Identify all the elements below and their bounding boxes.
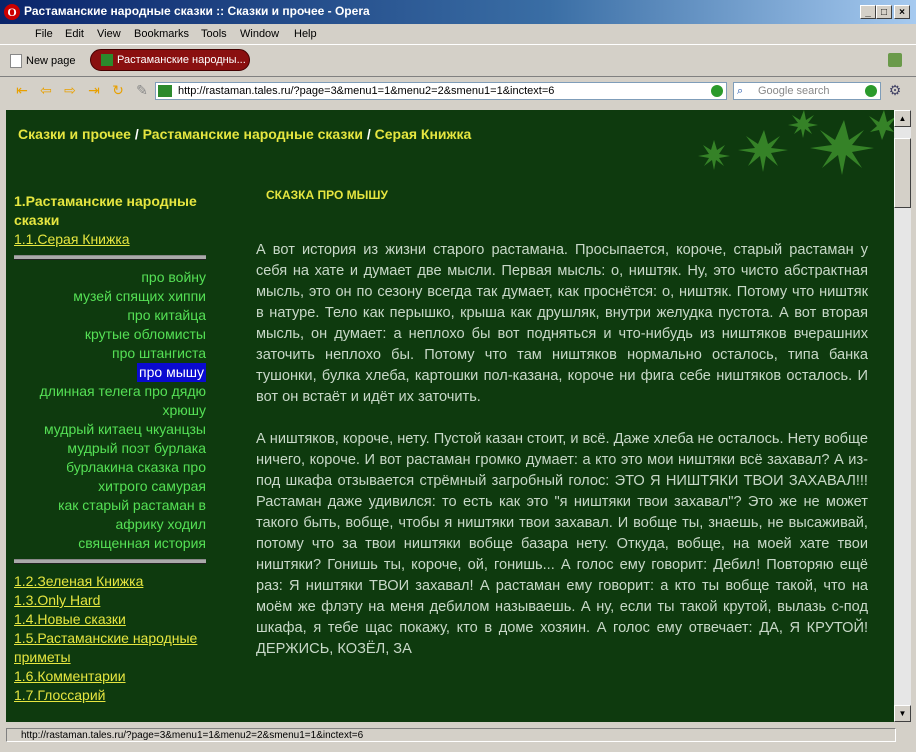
breadcrumb-separator: /	[362, 126, 375, 142]
sidebar-item-book[interactable]: 1.5.Растаманские народные приметы	[14, 629, 206, 667]
tab-active[interactable]: Растаманские народны...	[90, 49, 250, 71]
divider	[14, 559, 206, 564]
menu-file[interactable]: File	[35, 28, 53, 40]
url-field[interactable]: http://rastaman.tales.ru/?page=3&menu1=1…	[155, 82, 727, 100]
vertical-scrollbar[interactable]: ▲ ▼	[894, 110, 911, 722]
story-link[interactable]: про войну	[14, 268, 206, 287]
cannabis-leaves-decoration	[698, 110, 894, 175]
reload-icon[interactable]: ↻	[110, 83, 126, 97]
trash-icon[interactable]	[888, 53, 902, 67]
address-bar: ⇤ ⇦ ⇨ ⇥ ↻ ✎ http://rastaman.tales.ru/?pa…	[0, 76, 916, 105]
paragraph: А вот история из жизни старого растамана…	[256, 242, 868, 405]
scroll-up-icon[interactable]: ▲	[894, 110, 911, 127]
story-link[interactable]: мудрый поэт бурлака	[14, 439, 206, 458]
scroll-down-icon[interactable]: ▼	[894, 705, 911, 722]
new-page-button[interactable]: New page	[10, 54, 76, 68]
story-link[interactable]: про китайца	[14, 306, 206, 325]
tab-bar: New page Растаманские народны...	[0, 44, 916, 75]
url-text: http://rastaman.tales.ru/?page=3&menu1=1…	[178, 85, 555, 97]
search-icon: ⌕	[737, 85, 744, 97]
menu-edit[interactable]: Edit	[65, 28, 84, 40]
forward-icon[interactable]: ⇨	[62, 83, 78, 97]
story-link[interactable]: музей спящих хиппи	[14, 287, 206, 306]
menu-window[interactable]: Window	[240, 28, 279, 40]
search-placeholder: Google search	[758, 85, 830, 97]
divider	[14, 255, 206, 260]
status-text: http://rastaman.tales.ru/?page=3&menu1=1…	[6, 728, 896, 742]
breadcrumb-item: Серая Книжка	[374, 126, 472, 142]
sidebar-item-book[interactable]: 1.4.Новые сказки	[14, 610, 206, 629]
page-viewport: Сказки и прочее / Растаманские народные …	[6, 110, 894, 722]
maximize-button[interactable]: □	[876, 5, 892, 19]
story-link[interactable]: священная история	[14, 534, 206, 553]
breadcrumb-item[interactable]: Растаманские народные сказки	[143, 126, 363, 142]
rewind-icon[interactable]: ⇤	[14, 83, 30, 97]
search-input[interactable]: ⌕ Google search	[733, 82, 881, 100]
go-icon[interactable]	[711, 85, 723, 97]
close-button[interactable]: ×	[894, 5, 910, 19]
story-link[interactable]: как старый растаман в африку ходил	[14, 496, 206, 534]
menu-help[interactable]: Help	[294, 28, 317, 40]
breadcrumb-item[interactable]: Сказки и прочее	[18, 126, 131, 142]
story-link-active[interactable]: про мышу	[137, 363, 206, 382]
story-link[interactable]: крутые обломисты	[14, 325, 206, 344]
opera-logo-icon: O	[4, 4, 20, 20]
sidebar-item-book[interactable]: 1.3.Only Hard	[14, 591, 206, 610]
story-list: про войну музей спящих хиппи про китайца…	[14, 268, 206, 553]
story-link[interactable]: мудрый китаец чкуанцзы	[14, 420, 206, 439]
story-text: А вот история из жизни старого растамана…	[256, 240, 868, 681]
menu-bar: File Edit View Bookmarks Tools Window He…	[0, 24, 916, 44]
status-bar: http://rastaman.tales.ru/?page=3&menu1=1…	[0, 726, 916, 746]
breadcrumb-separator: /	[130, 126, 143, 142]
title-bar: O Растаманские народные сказки :: Сказки…	[0, 0, 916, 24]
wand-icon[interactable]: ✎	[134, 83, 150, 97]
story-title: СКАЗКА ПРО МЫШУ	[266, 188, 388, 202]
window-title: Растаманские народные сказки :: Сказки и…	[24, 4, 370, 18]
sidebar-section-title: 1.Растаманские народные сказки	[14, 193, 197, 228]
new-page-label: New page	[26, 54, 76, 67]
menu-bookmarks[interactable]: Bookmarks	[134, 28, 189, 40]
story-link[interactable]: про штангиста	[14, 344, 206, 363]
sidebar-item-gray-book[interactable]: 1.1.Серая Книжка	[14, 230, 206, 249]
sidebar: 1.Растаманские народные сказки 1.1.Серая…	[14, 192, 206, 705]
gear-icon[interactable]: ⚙	[886, 82, 904, 100]
site-favicon-icon	[158, 85, 172, 97]
minimize-button[interactable]: _	[860, 5, 876, 19]
paragraph: А ништяков, короче, нету. Пустой казан с…	[256, 431, 869, 657]
sidebar-item-book[interactable]: 1.2.Зеленая Книжка	[14, 572, 206, 591]
back-icon[interactable]: ⇦	[38, 83, 54, 97]
sidebar-item-book[interactable]: 1.7.Глоссарий	[14, 686, 206, 705]
story-link[interactable]: длинная телега про дядю хрюшу	[14, 382, 206, 420]
fast-forward-icon[interactable]: ⇥	[86, 83, 102, 97]
menu-view[interactable]: View	[97, 28, 121, 40]
breadcrumb: Сказки и прочее / Растаманские народные …	[18, 126, 471, 142]
menu-tools[interactable]: Tools	[201, 28, 227, 40]
page-icon	[10, 54, 22, 68]
search-go-icon[interactable]	[865, 85, 877, 97]
scroll-thumb[interactable]	[894, 138, 911, 208]
site-favicon-icon	[101, 54, 113, 66]
story-link[interactable]: бурлакина сказка про хитрого самурая	[14, 458, 206, 496]
sidebar-item-book[interactable]: 1.6.Комментарии	[14, 667, 206, 686]
tab-label: Растаманские народны...	[117, 54, 246, 66]
